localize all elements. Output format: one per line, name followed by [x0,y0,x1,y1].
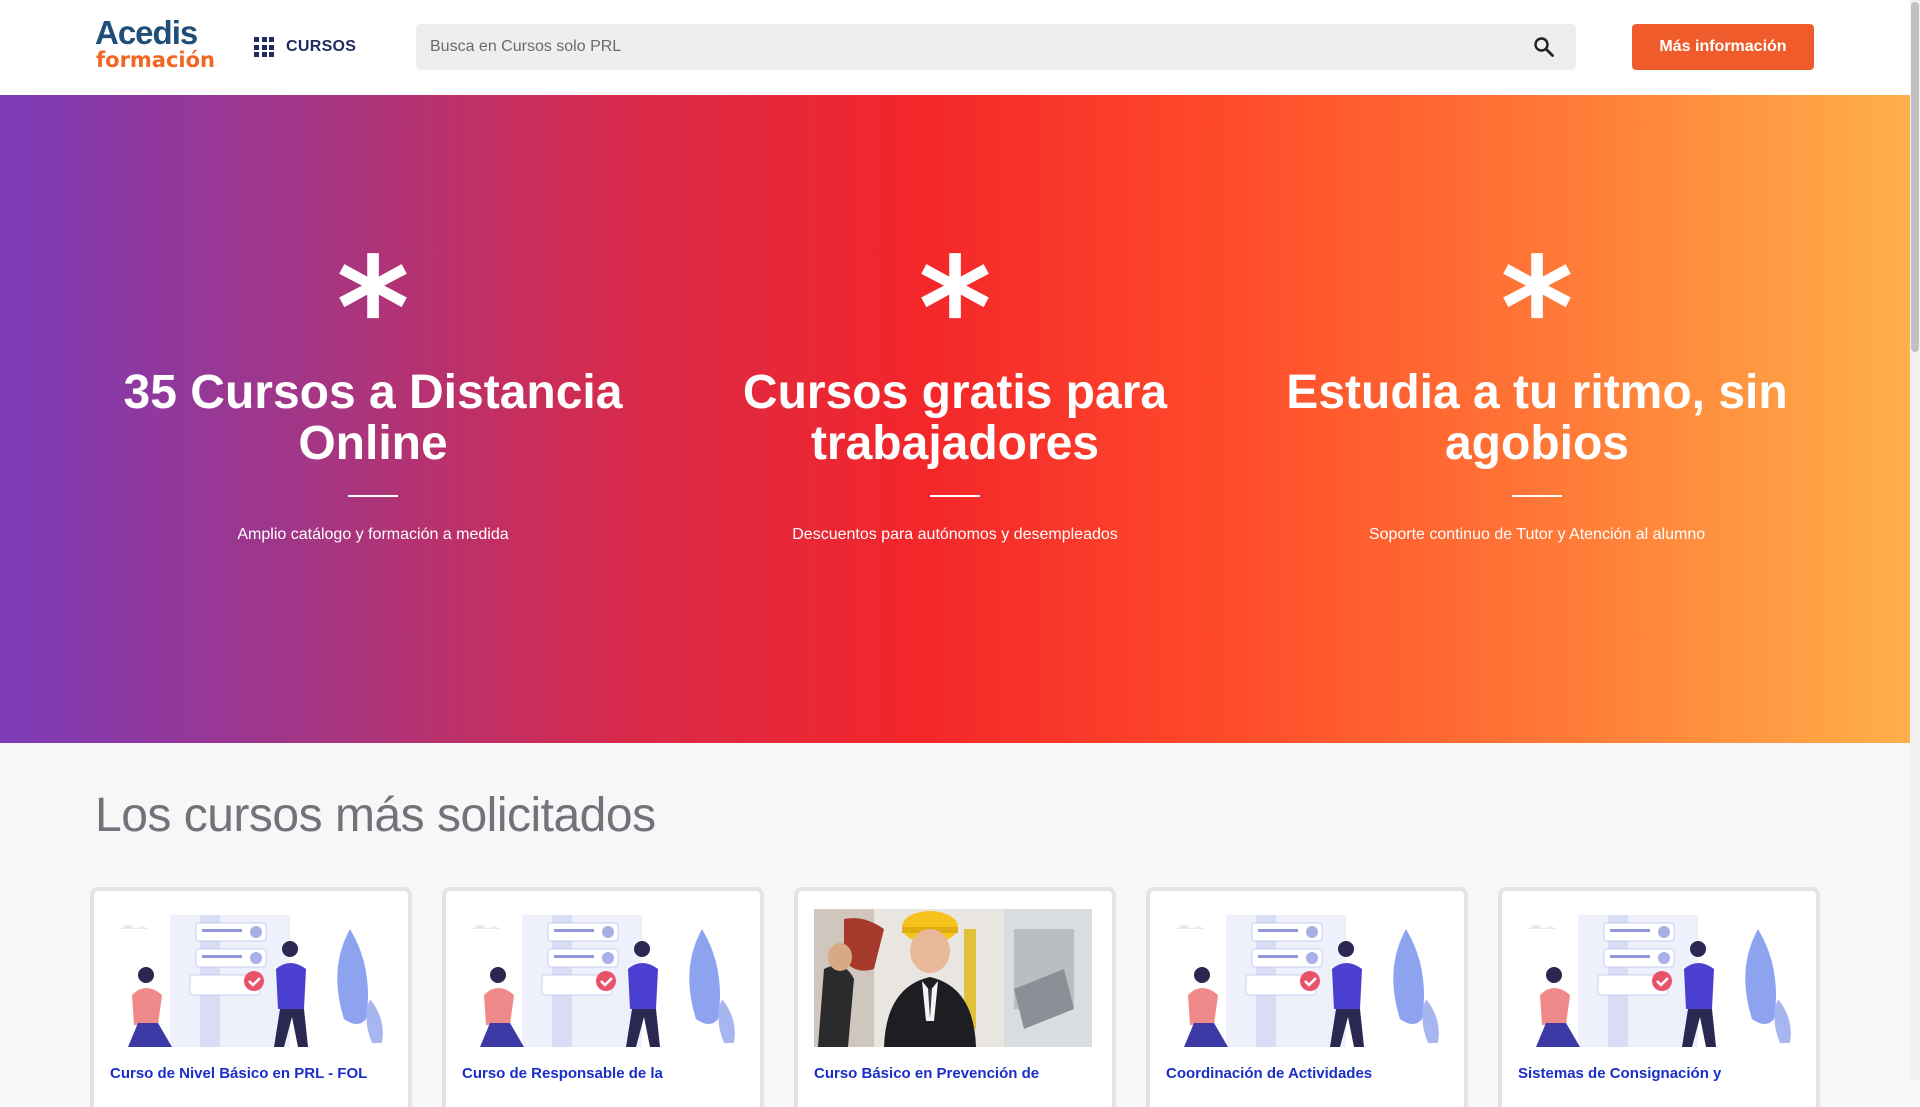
course-illustration-image[interactable] [1518,909,1796,1047]
asterisk-icon: * [336,228,410,391]
search-icon[interactable] [1532,35,1556,59]
logo-text-line1: Acedis [95,14,198,51]
divider [348,495,398,497]
course-title-link[interactable]: Curso de Responsable de la [462,1065,742,1082]
acedis-logo[interactable]: Acedis formación [95,14,215,72]
course-cards: Curso de Nivel Básico en PRL - FOL Curso… [90,887,1820,1107]
course-photo-image[interactable] [814,909,1092,1047]
mas-informacion-button[interactable]: Más información [1632,24,1814,70]
hero-banner: * 35 Cursos a Distancia Online Amplio ca… [0,95,1910,743]
feature-title: 35 Cursos a Distancia Online [123,366,623,470]
course-title-link[interactable]: Coordinación de Actividades [1166,1065,1446,1082]
course-card[interactable]: Coordinación de Actividades [1146,887,1468,1107]
search-bar [416,24,1576,70]
divider [1512,495,1562,497]
asterisk-icon: * [1500,228,1574,391]
page-scrollbar[interactable] [1910,0,1920,1080]
scrollbar-thumb[interactable] [1911,2,1919,352]
cursos-menu-button[interactable]: CURSOS [254,34,356,60]
feature-subtitle: Amplio catálogo y formación a medida [237,526,509,543]
feature-title: Estudia a tu ritmo, sin agobios [1286,366,1788,470]
section-title: Los cursos más solicitados [95,789,656,842]
course-illustration-image[interactable] [462,909,740,1047]
course-illustration-image[interactable] [110,909,388,1047]
hero-feature: * Cursos gratis para trabajadores Descue… [675,228,1235,544]
course-title-link[interactable]: Sistemas de Consignación y [1518,1065,1798,1082]
course-card[interactable]: Sistemas de Consignación y [1498,887,1820,1107]
hero-feature: * 35 Cursos a Distancia Online Amplio ca… [93,228,653,544]
divider [930,495,980,497]
hero-feature: * Estudia a tu ritmo, sin agobios Soport… [1257,228,1817,544]
asterisk-icon: * [918,228,992,391]
feature-title: Cursos gratis para trabajadores [742,366,1168,470]
cursos-label: CURSOS [286,38,357,55]
course-title-link[interactable]: Curso Básico en Prevención de [814,1065,1094,1082]
course-card[interactable]: Curso Básico en Prevención de [794,887,1116,1107]
course-illustration-image[interactable] [1166,909,1444,1047]
feature-subtitle: Descuentos para autónomos y desempleados [792,526,1118,543]
logo-text-line2: formación [96,48,215,72]
site-header: Acedis formación CURSOS Más información [0,0,1910,95]
course-card[interactable]: Curso de Nivel Básico en PRL - FOL [90,887,412,1107]
feature-subtitle: Soporte continuo de Tutor y Atención al … [1368,526,1706,543]
search-input[interactable] [416,24,1516,70]
apps-grid-icon [254,37,274,57]
course-title-link[interactable]: Curso de Nivel Básico en PRL - FOL [110,1065,390,1082]
course-card[interactable]: Curso de Responsable de la [442,887,764,1107]
